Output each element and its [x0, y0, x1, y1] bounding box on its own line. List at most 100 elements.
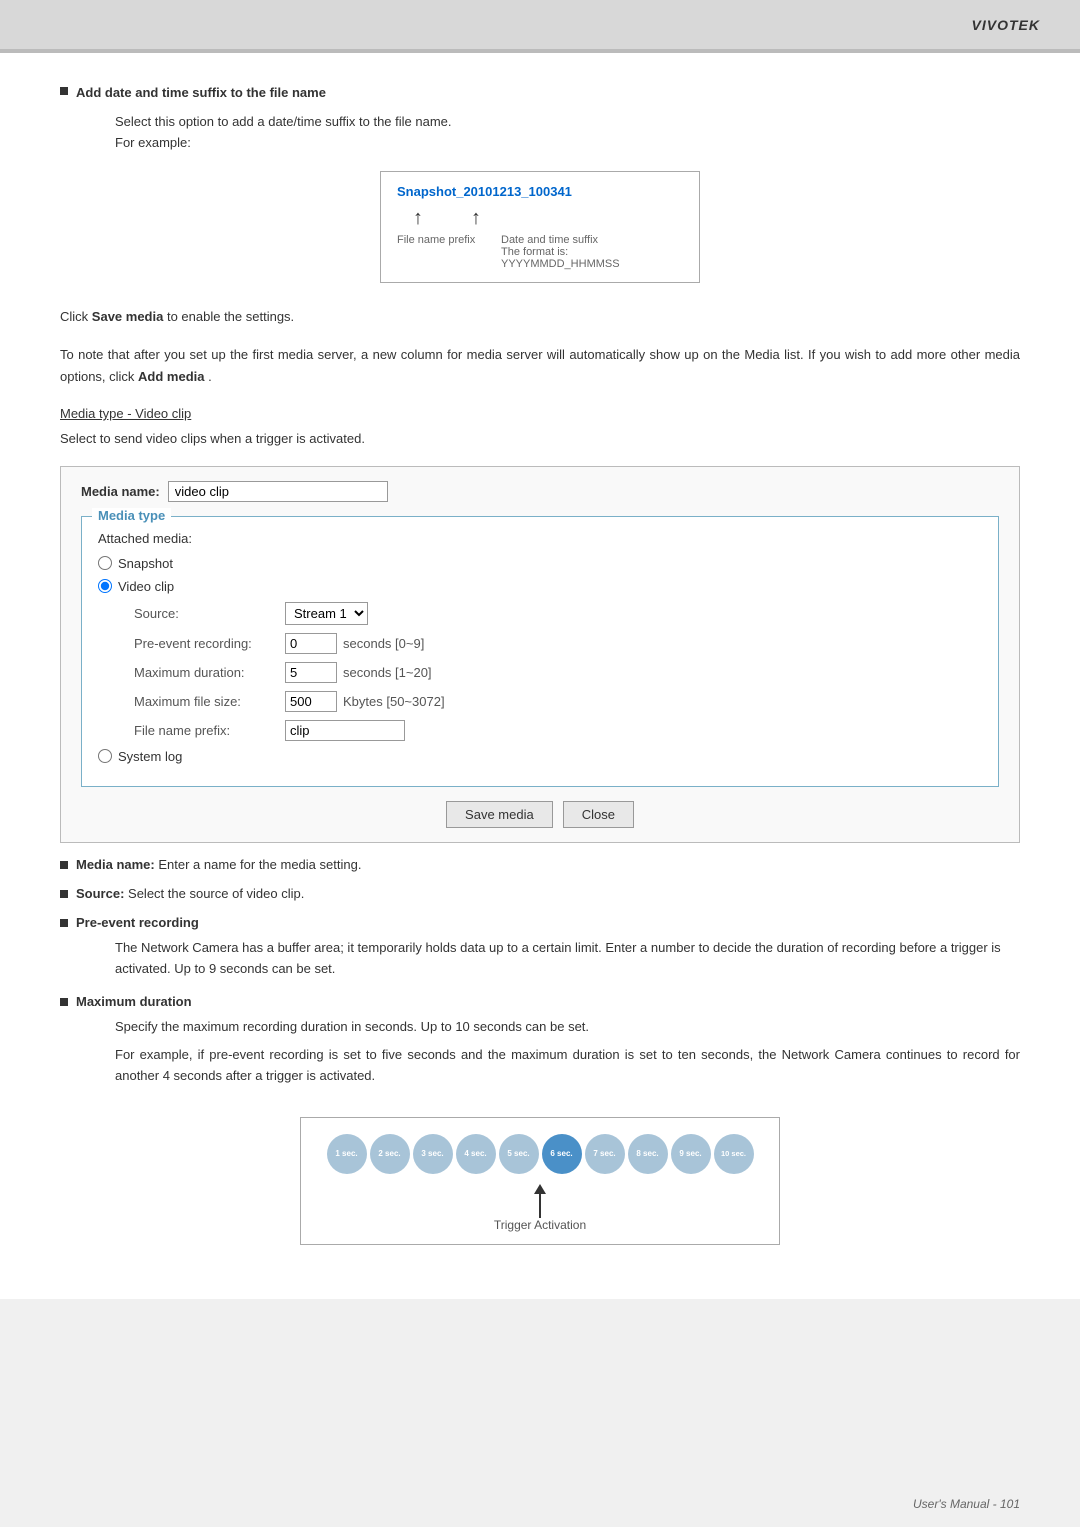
- media-type-legend: Media type: [92, 508, 171, 523]
- bullet-max-duration-item: Maximum duration: [60, 994, 1020, 1009]
- timeline-circles: 1 sec. 2 sec. 3 sec. 4 sec. 5 sec. 6 sec…: [321, 1134, 759, 1174]
- close-button[interactable]: Close: [563, 801, 634, 828]
- media-name-bold: Media name:: [76, 857, 155, 872]
- brand-label: VIVOTEK: [972, 17, 1040, 33]
- max-duration-desc2: For example, if pre-event recording is s…: [115, 1045, 1020, 1087]
- source-select[interactable]: Stream 1: [285, 602, 368, 625]
- label-date-suffix: Date and time suffix: [501, 234, 683, 246]
- max-duration-desc1: Specify the maximum recording duration i…: [115, 1017, 1020, 1038]
- snapshot-radio-row: Snapshot: [98, 556, 982, 571]
- circle-10: 10 sec.: [714, 1134, 754, 1174]
- header: VIVOTEK: [0, 0, 1080, 50]
- file-prefix-input[interactable]: [285, 720, 405, 741]
- media-type-desc: Select to send video clips when a trigge…: [60, 429, 1020, 450]
- timeline-label: Trigger Activation: [321, 1218, 759, 1232]
- add-media-bold: Add media: [138, 369, 204, 384]
- media-name-input[interactable]: [168, 481, 388, 502]
- pre-event-input[interactable]: [285, 633, 337, 654]
- circle-4: 4 sec.: [456, 1134, 496, 1174]
- max-file-label: Maximum file size:: [134, 694, 279, 709]
- circle-7: 7 sec.: [585, 1134, 625, 1174]
- media-server-note: To note that after you set up the first …: [60, 344, 1020, 388]
- bullet-icon: [60, 87, 68, 95]
- video-clip-label: Video clip: [118, 579, 174, 594]
- main-content: Add date and time suffix to the file nam…: [0, 53, 1080, 1299]
- timeline-arrow: [321, 1184, 759, 1218]
- add-date-indent: Select this option to add a date/time su…: [115, 112, 1020, 154]
- label-format: The format is: YYYYMMDD_HHMMSS: [501, 246, 683, 270]
- media-type-section: Media type - Video clip Select to send v…: [60, 404, 1020, 450]
- file-prefix-row: File name prefix:: [134, 720, 982, 741]
- max-duration-label: Maximum duration:: [134, 665, 279, 680]
- circle-3: 3 sec.: [413, 1134, 453, 1174]
- circle-5: 5 sec.: [499, 1134, 539, 1174]
- click-text: Click: [60, 309, 88, 324]
- save-media-line: Click Save media to enable the settings.: [60, 307, 1020, 328]
- source-bold: Source:: [76, 886, 124, 901]
- pre-event-desc: The Network Camera has a buffer area; it…: [115, 938, 1020, 980]
- bullet-source-item: Source: Select the source of video clip.: [60, 886, 1020, 901]
- source-desc: Select the source of video clip.: [128, 886, 304, 901]
- source-label: Source:: [134, 606, 279, 621]
- bullet-pre-event-item: Pre-event recording: [60, 915, 1020, 930]
- circle-1: 1 sec.: [327, 1134, 367, 1174]
- media-type-heading: Media type - Video clip: [60, 404, 1020, 425]
- bullet-media-name: Media name: Enter a name for the media s…: [60, 857, 1020, 872]
- arrow-line: [539, 1194, 541, 1218]
- file-prefix-label: File name prefix:: [134, 723, 279, 738]
- system-log-label: System log: [118, 749, 182, 764]
- max-duration-bold: Maximum duration: [76, 994, 192, 1009]
- max-duration-row: Maximum duration: seconds [1~20]: [134, 662, 982, 683]
- circle-6: 6 sec.: [542, 1134, 582, 1174]
- video-clip-radio[interactable]: [98, 579, 112, 593]
- snapshot-radio[interactable]: [98, 556, 112, 570]
- page: VIVOTEK Add date and time suffix to the …: [0, 0, 1080, 1527]
- video-clip-radio-row: Video clip: [98, 579, 982, 594]
- media-name-label: Media name:: [81, 484, 160, 499]
- arrow-1: ↑: [413, 207, 423, 230]
- media-name-desc: Enter a name for the media setting.: [158, 857, 361, 872]
- label-file-prefix: File name prefix: [397, 234, 497, 270]
- bullet-icon: [60, 861, 68, 869]
- pre-event-row: Pre-event recording: seconds [0~9]: [134, 633, 982, 654]
- bullet-icon: [60, 919, 68, 927]
- timeline-box: 1 sec. 2 sec. 3 sec. 4 sec. 5 sec. 6 sec…: [300, 1117, 780, 1245]
- arrow-row: ↑ ↑: [413, 207, 683, 230]
- snapshot-label: Snapshot: [118, 556, 173, 571]
- pre-event-label: Pre-event recording:: [134, 636, 279, 651]
- system-log-radio[interactable]: [98, 749, 112, 763]
- button-row: Save media Close: [81, 801, 999, 828]
- example-box: Snapshot_20101213_100341 ↑ ↑ File name p…: [380, 171, 700, 283]
- max-file-input[interactable]: [285, 691, 337, 712]
- bullet-pre-event: Pre-event recording The Network Camera h…: [60, 915, 1020, 980]
- attached-media-label: Attached media:: [98, 531, 982, 546]
- arrow-2: ↑: [471, 207, 481, 230]
- max-file-row: Maximum file size: Kbytes [50~3072]: [134, 691, 982, 712]
- save-media-bold: Save media: [92, 309, 164, 324]
- bullet-icon: [60, 998, 68, 1006]
- pre-event-range: seconds [0~9]: [343, 636, 424, 651]
- add-date-text: Add date and time suffix to the file nam…: [76, 83, 1020, 104]
- circle-2: 2 sec.: [370, 1134, 410, 1174]
- max-duration-input[interactable]: [285, 662, 337, 683]
- page-footer: User's Manual - 101: [913, 1497, 1020, 1511]
- example-filename: Snapshot_20101213_100341: [397, 184, 683, 199]
- add-date-bold: Add date and time suffix to the file nam…: [76, 85, 326, 100]
- circle-8: 8 sec.: [628, 1134, 668, 1174]
- bullet-icon: [60, 890, 68, 898]
- max-duration-range: seconds [1~20]: [343, 665, 432, 680]
- media-name-row: Media name:: [81, 481, 999, 502]
- circle-9: 9 sec.: [671, 1134, 711, 1174]
- enable-text: to enable the settings.: [167, 309, 294, 324]
- arrow-head: [534, 1184, 546, 1194]
- save-media-button[interactable]: Save media: [446, 801, 553, 828]
- pre-event-bold: Pre-event recording: [76, 915, 199, 930]
- bullet-media-name-item: Media name: Enter a name for the media s…: [60, 857, 1020, 872]
- source-row: Source: Stream 1: [134, 602, 982, 625]
- video-options: Source: Stream 1 Pre-event recording: se…: [134, 602, 982, 741]
- add-date-section: Add date and time suffix to the file nam…: [60, 83, 1020, 104]
- bullet-source: Source: Select the source of video clip.: [60, 886, 1020, 901]
- media-type-box: Media type Attached media: Snapshot Vide…: [81, 516, 999, 787]
- system-log-radio-row: System log: [98, 749, 982, 764]
- bullet-max-duration: Maximum duration Specify the maximum rec…: [60, 994, 1020, 1087]
